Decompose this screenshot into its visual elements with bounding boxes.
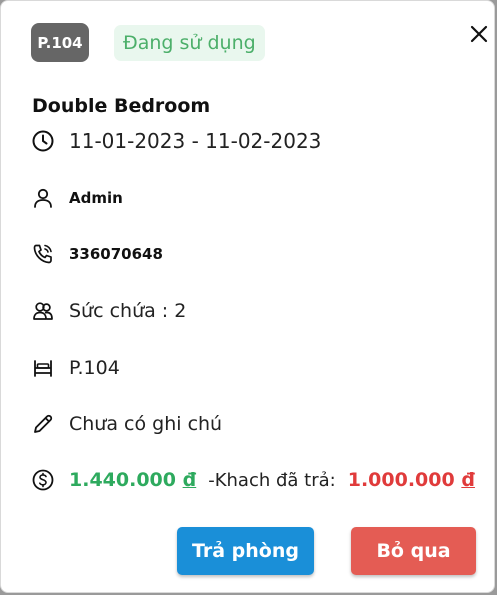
paid-amount: 1.000.000 đ [347, 469, 475, 491]
close-button[interactable] [465, 20, 493, 48]
room-number: P.104 [69, 357, 120, 379]
user-icon [31, 186, 55, 210]
payment-row: 1.440.000 đ -Khach đã trả: 1.000.000 đ [31, 468, 475, 492]
phone-icon [31, 242, 55, 266]
cancel-button[interactable]: Bỏ qua [351, 527, 476, 575]
phone-number: 336070648 [69, 245, 163, 263]
phone-row: 336070648 [31, 242, 163, 266]
guest-name: Admin [69, 189, 123, 207]
clock-icon [31, 129, 55, 153]
note-row: Chưa có ghi chú [31, 412, 222, 436]
total-amount: 1.440.000 đ [69, 469, 197, 491]
capacity-row: Sức chứa : 2 [31, 299, 186, 323]
room-detail-modal: P.104 Đang sử dụng Double Bedroom 11-01-… [0, 0, 495, 593]
users-icon [31, 299, 55, 323]
note: Chưa có ghi chú [69, 413, 223, 435]
pencil-icon [31, 412, 55, 436]
dollar-coin-icon [31, 468, 55, 492]
room-code-badge: P.104 [31, 23, 89, 62]
close-icon [470, 25, 488, 43]
date-range-row: 11-01-2023 - 11-02-2023 [31, 129, 321, 153]
capacity: Sức chứa : 2 [69, 300, 187, 322]
guest-row: Admin [31, 186, 123, 210]
date-range: 11-01-2023 - 11-02-2023 [69, 129, 322, 153]
bed-icon [31, 356, 55, 380]
room-row: P.104 [31, 356, 120, 380]
room-type-title: Double Bedroom [32, 95, 211, 117]
paid-label: -Khach đã trả: [208, 469, 336, 491]
status-badge: Đang sử dụng [114, 25, 265, 61]
checkout-button[interactable]: Trả phòng [177, 527, 314, 575]
